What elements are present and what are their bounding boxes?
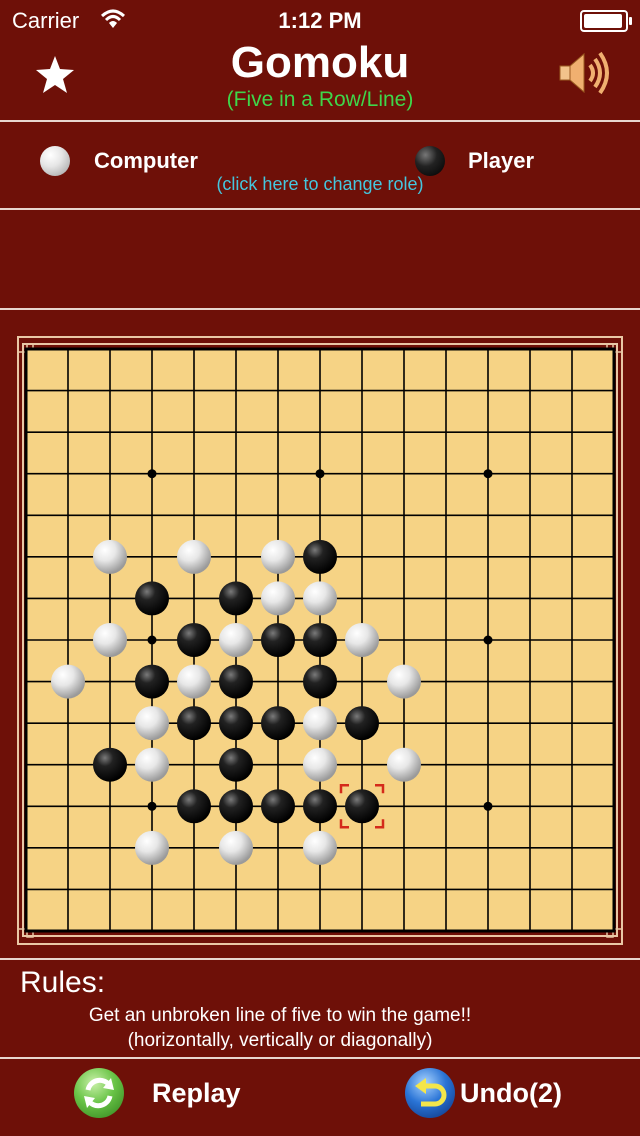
black-stone [177, 789, 211, 824]
star-point [483, 635, 493, 645]
white-stone [261, 581, 295, 616]
black-stone [345, 789, 379, 824]
star-point [147, 635, 157, 645]
white-stone [261, 539, 295, 574]
undo-arrow-icon[interactable] [405, 1068, 455, 1118]
white-stone [303, 830, 337, 865]
white-stone [177, 539, 211, 574]
rules-title: Rules: [20, 966, 106, 999]
star-point [147, 469, 157, 479]
undo-button[interactable]: Undo(2) [460, 1078, 562, 1109]
rules-text: Get an unbroken line of five to win the … [88, 1005, 472, 1026]
white-stone [219, 623, 253, 657]
black-stone-icon [415, 146, 445, 176]
star-point [147, 801, 157, 811]
black-stone [261, 706, 295, 741]
white-stone [135, 706, 169, 741]
star-point [483, 801, 493, 811]
black-stone [219, 664, 253, 699]
white-stone [135, 830, 169, 865]
white-stone [135, 747, 169, 782]
black-stone [303, 664, 337, 699]
white-stone [345, 623, 379, 657]
white-stone [387, 664, 421, 699]
divider [0, 1057, 640, 1059]
game-board[interactable] [16, 333, 624, 948]
black-stone [219, 747, 253, 782]
black-stone [303, 623, 337, 657]
replay-button[interactable]: Replay [152, 1078, 241, 1109]
divider [0, 308, 640, 310]
clock: 1:12 PM [278, 8, 362, 33]
divider [0, 958, 640, 960]
white-stone [93, 539, 127, 574]
black-stone [261, 623, 295, 657]
white-stone [219, 830, 253, 865]
battery-icon [580, 10, 632, 32]
change-role-link[interactable]: (click here to change role) [0, 174, 640, 195]
player-role-label: Player [468, 148, 535, 173]
black-stone [303, 539, 337, 574]
divider [0, 208, 640, 210]
white-stone [51, 664, 85, 699]
star-point [483, 469, 493, 479]
white-stone [387, 747, 421, 782]
game-board-frame [16, 333, 624, 948]
black-stone [93, 747, 127, 782]
white-stone [177, 664, 211, 699]
black-stone [261, 789, 295, 824]
black-stone [177, 623, 211, 657]
black-stone [219, 706, 253, 741]
white-stone [303, 706, 337, 741]
white-stone-icon [40, 146, 70, 176]
app-subtitle: (Five in a Row/Line) [226, 88, 414, 111]
rules-text: (horizontally, vertically or diagonally) [127, 1030, 433, 1051]
speaker-icon[interactable] [556, 48, 612, 98]
black-stone [345, 706, 379, 741]
white-stone [303, 581, 337, 616]
role-selector[interactable]: Computer Player (click here to change ro… [0, 132, 640, 202]
black-stone [219, 789, 253, 824]
app-title: Gomoku [230, 38, 410, 87]
white-stone [303, 747, 337, 782]
refresh-icon[interactable] [74, 1068, 124, 1118]
star-point [315, 469, 325, 479]
status-bar: Carrier 1:12 PM [0, 0, 640, 40]
computer-role-label: Computer [94, 148, 198, 173]
black-stone [303, 789, 337, 824]
black-stone [135, 664, 169, 699]
black-stone [219, 581, 253, 616]
divider [0, 120, 640, 122]
white-stone [93, 623, 127, 657]
black-stone [177, 706, 211, 741]
black-stone [135, 581, 169, 616]
